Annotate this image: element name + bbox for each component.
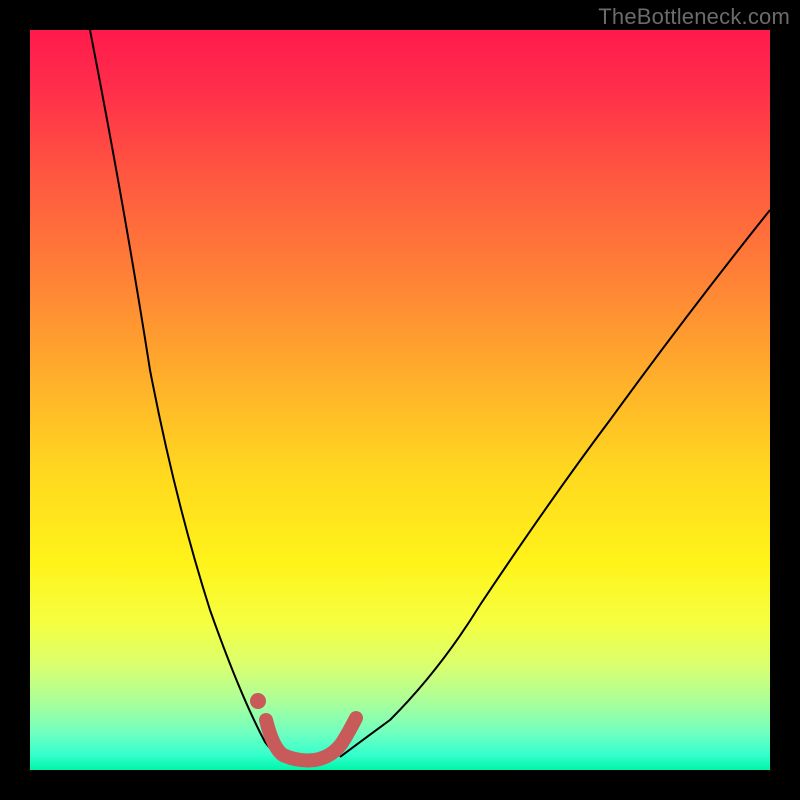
watermark-text: TheBottleneck.com [598,4,790,30]
curve-right-branch [340,210,770,757]
plot-area [30,30,770,770]
marker-dot [250,693,266,709]
curve-svg [30,30,770,770]
curve-left-branch [90,30,280,757]
outer-frame: TheBottleneck.com [0,0,800,800]
